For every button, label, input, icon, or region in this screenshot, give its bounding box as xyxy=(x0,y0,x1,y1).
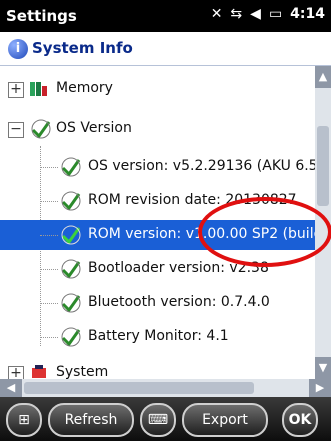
clock: 4:14 xyxy=(290,6,325,22)
tree-item-bootloader-version[interactable]: Bootloader version: v2.38 xyxy=(0,254,315,284)
tree-item-rom-version[interactable]: ROM version: v1.00.00 SP2 (build 1 xyxy=(0,220,315,250)
scroll-up-arrow-icon[interactable]: ▲ xyxy=(315,66,331,88)
start-button[interactable]: ⊞ xyxy=(6,403,42,437)
tree-item-system[interactable]: + System xyxy=(0,358,315,379)
status-bar: Settings ✕ ⇆ ◀ ▭ 4:14 xyxy=(0,0,331,32)
signal-off-icon: ✕ xyxy=(210,6,223,22)
tree-label: System xyxy=(56,364,109,379)
volume-icon: ◀ xyxy=(250,6,261,22)
tree-branch xyxy=(40,269,58,270)
export-button[interactable]: Export xyxy=(182,403,268,437)
vertical-scrollbar[interactable]: ▲ ▼ xyxy=(315,66,331,379)
tree-item-os-version[interactable]: − OS Version xyxy=(0,114,315,144)
tree-branch xyxy=(40,167,58,168)
os-badge-icon xyxy=(61,157,81,177)
tree-label: ROM revision date: 20130827 xyxy=(88,192,297,208)
expand-memory-button[interactable]: + xyxy=(8,82,24,98)
tree-item-rom-revision-date[interactable]: ROM revision date: 20130827 xyxy=(0,186,315,216)
tree-item-memory[interactable]: + Memory xyxy=(0,74,315,104)
memory-icon xyxy=(30,82,47,96)
os-badge-icon xyxy=(31,119,51,139)
os-badge-icon xyxy=(61,191,81,211)
keyboard-icon[interactable]: ⌨ xyxy=(140,403,176,437)
scroll-left-arrow-icon[interactable]: ◀ xyxy=(0,379,22,397)
tree-branch xyxy=(40,337,58,338)
tree-item-battery-monitor[interactable]: Battery Monitor: 4.1 xyxy=(0,322,315,352)
sync-icon: ⇆ xyxy=(230,6,243,22)
tree-label: Battery Monitor: 4.1 xyxy=(88,328,229,344)
refresh-button[interactable]: Refresh xyxy=(48,403,134,437)
os-badge-icon xyxy=(61,293,81,313)
scroll-down-arrow-icon[interactable]: ▼ xyxy=(315,357,331,379)
tree-item-bluetooth-version[interactable]: Bluetooth version: 0.7.4.0 xyxy=(0,288,315,318)
menu-bar: ⊞ Refresh ⌨ Export OK xyxy=(0,397,331,441)
os-badge-icon xyxy=(61,225,81,245)
collapse-os-version-button[interactable]: − xyxy=(8,122,24,138)
tree-label: Bluetooth version: 0.7.4.0 xyxy=(88,294,270,310)
tree-branch xyxy=(40,235,58,236)
tree-branch xyxy=(40,303,58,304)
scroll-right-arrow-icon[interactable]: ▶ xyxy=(309,379,331,397)
status-icons: ✕ ⇆ ◀ ▭ 4:14 xyxy=(211,6,325,22)
tree-label: Bootloader version: v2.38 xyxy=(88,260,269,276)
tree-label: ROM version: v1.00.00 SP2 (build 1 xyxy=(88,226,315,242)
tree-label: OS Version xyxy=(56,120,132,136)
horizontal-scrollbar[interactable]: ◀ ▶ xyxy=(0,379,331,397)
battery-icon: ▭ xyxy=(268,6,283,22)
tree-item-os-version-detail[interactable]: OS version: v5.2.29136 (AKU 6.5.3 xyxy=(0,152,315,182)
ok-button[interactable]: OK xyxy=(282,403,318,437)
tree-view: + Memory − OS Version OS version: v5.2.2… xyxy=(0,66,315,379)
page-header: i System Info xyxy=(0,32,331,66)
system-icon xyxy=(32,365,46,378)
tree-label: OS version: v5.2.29136 (AKU 6.5.3 xyxy=(88,158,315,174)
tree-branch xyxy=(40,201,58,202)
os-badge-icon xyxy=(61,259,81,279)
vertical-scroll-thumb[interactable] xyxy=(317,126,329,206)
horizontal-scroll-thumb[interactable] xyxy=(24,382,254,394)
info-icon: i xyxy=(8,39,28,59)
tree-label: Memory xyxy=(56,80,113,96)
app-title: Settings xyxy=(6,7,77,25)
page-title: System Info xyxy=(32,39,133,57)
os-badge-icon xyxy=(61,327,81,347)
expand-system-button[interactable]: + xyxy=(8,366,24,379)
